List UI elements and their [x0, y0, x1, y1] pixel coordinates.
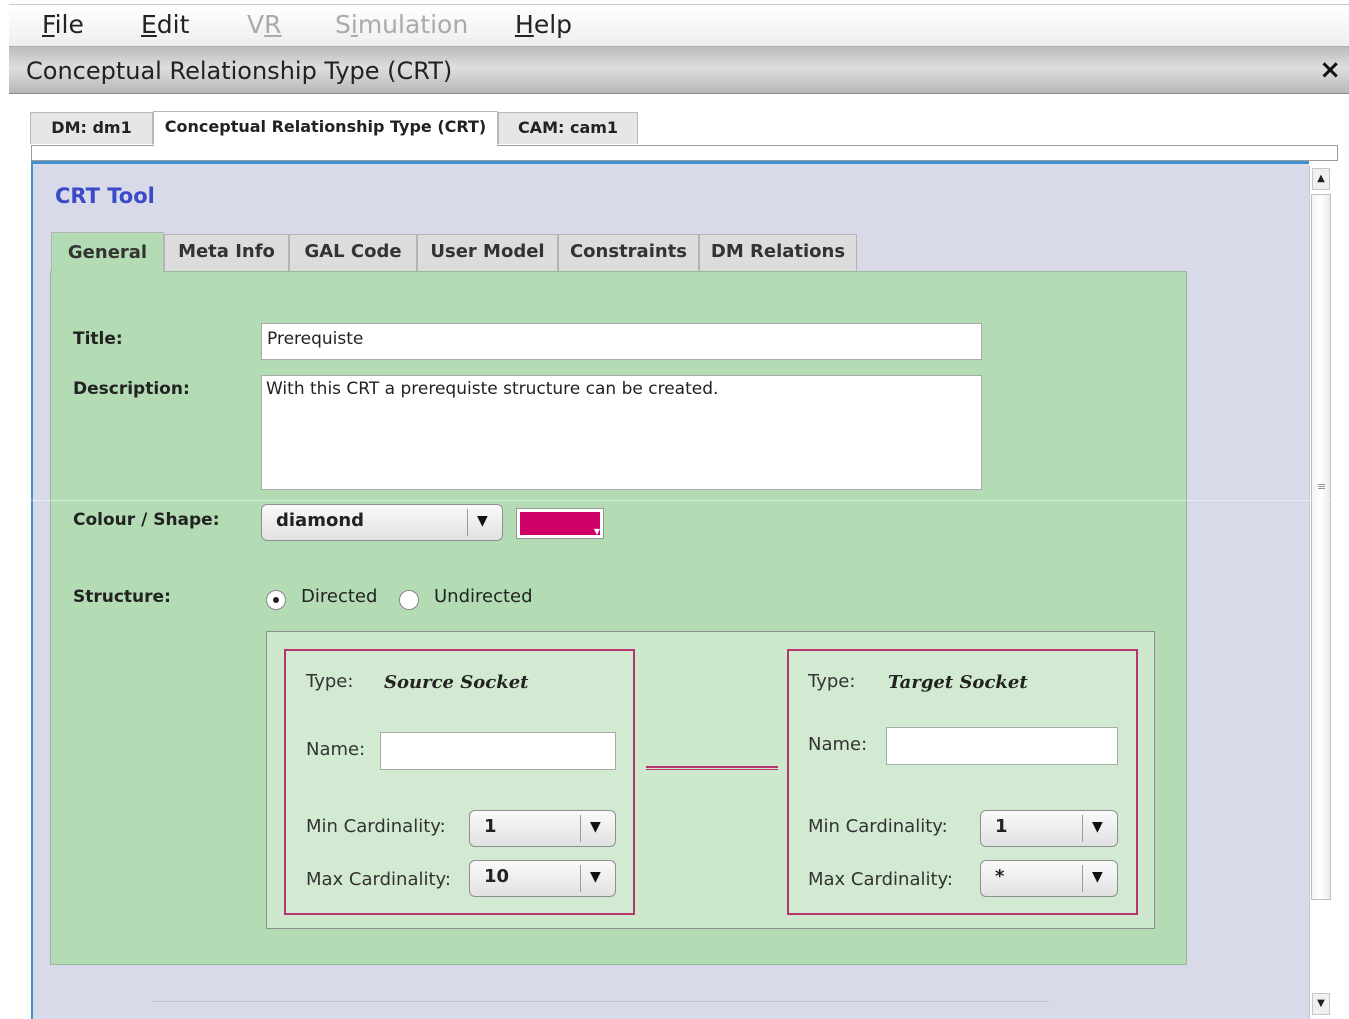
source-type-value: Source Socket — [384, 672, 529, 693]
menu-vr[interactable]: VR — [247, 10, 281, 39]
colour-swatch — [520, 512, 600, 535]
scroll-down-icon[interactable]: ▼ — [1312, 993, 1330, 1015]
window-title-bar: Conceptual Relationship Type (CRT) × — [9, 47, 1349, 94]
tab-dm[interactable]: DM: dm1 — [30, 112, 153, 144]
tab-content-header — [31, 145, 1338, 161]
source-max-label: Max Cardinality: — [306, 869, 451, 890]
menu-bar: File Edit VR Simulation Help — [9, 4, 1349, 47]
source-min-label: Min Cardinality: — [306, 816, 446, 837]
tab-user-model[interactable]: User Model — [417, 234, 558, 271]
menu-simulation[interactable]: Simulation — [335, 10, 468, 39]
grip-icon: ≡ — [1317, 480, 1327, 493]
source-min-select[interactable]: 1 ▼ — [469, 810, 616, 847]
tab-meta-info[interactable]: Meta Info — [164, 234, 289, 271]
target-name-label: Name: — [808, 734, 868, 755]
source-name-input[interactable] — [380, 732, 616, 770]
colour-shape-label: Colour / Shape: — [73, 510, 220, 530]
colour-picker-button[interactable]: ▼ — [516, 508, 604, 539]
menu-file[interactable]: File — [42, 10, 84, 39]
structure-label: Structure: — [73, 587, 171, 607]
bottom-divider — [153, 1001, 1049, 1002]
tab-dm-relations[interactable]: DM Relations — [699, 234, 857, 271]
render-seam — [0, 500, 1349, 501]
target-min-label: Min Cardinality: — [808, 816, 948, 837]
chevron-down-icon: ▼ — [1092, 869, 1103, 885]
chevron-down-icon: ▼ — [477, 513, 488, 529]
tab-cam[interactable]: CAM: cam1 — [498, 112, 638, 144]
scroll-thumb[interactable]: ≡ — [1311, 194, 1331, 900]
radio-undirected-label: Undirected — [434, 586, 533, 607]
tab-constraints[interactable]: Constraints — [558, 234, 699, 271]
target-min-select[interactable]: 1 ▼ — [980, 810, 1118, 847]
chevron-down-icon: ▼ — [590, 869, 601, 885]
radio-directed-label: Directed — [301, 586, 378, 607]
title-input[interactable]: Prerequiste — [261, 323, 982, 360]
source-type-label: Type: — [306, 671, 354, 692]
source-max-select[interactable]: 10 ▼ — [469, 860, 616, 897]
shape-select-value: diamond — [276, 510, 365, 531]
tab-gal-code[interactable]: GAL Code — [289, 234, 417, 271]
description-textarea[interactable]: With this CRT a prerequiste structure ca… — [261, 375, 982, 490]
close-icon[interactable]: × — [1319, 55, 1341, 85]
chevron-down-icon: ▼ — [590, 819, 601, 835]
tab-crt[interactable]: Conceptual Relationship Type (CRT) — [153, 111, 498, 146]
description-label: Description: — [73, 379, 190, 399]
title-label: Title: — [73, 329, 123, 349]
target-max-select[interactable]: * ▼ — [980, 860, 1118, 897]
target-max-label: Max Cardinality: — [808, 869, 953, 890]
crt-tool-title: CRT Tool — [55, 184, 155, 208]
radio-directed[interactable] — [266, 590, 286, 610]
target-type-value: Target Socket — [888, 672, 1028, 693]
target-type-label: Type: — [808, 671, 856, 692]
socket-connector-line — [646, 766, 778, 770]
tab-general[interactable]: General — [51, 232, 164, 273]
chevron-down-icon: ▼ — [593, 527, 600, 536]
chevron-down-icon: ▼ — [1092, 819, 1103, 835]
menu-help[interactable]: Help — [515, 10, 572, 39]
vertical-scrollbar[interactable]: ▲ ≡ ▼ — [1309, 166, 1332, 1019]
window-title: Conceptual Relationship Type (CRT) — [26, 57, 453, 85]
radio-undirected[interactable] — [399, 590, 419, 610]
source-name-label: Name: — [306, 739, 366, 760]
target-name-input[interactable] — [886, 727, 1118, 765]
menu-edit[interactable]: Edit — [141, 10, 189, 39]
scroll-up-icon[interactable]: ▲ — [1312, 168, 1330, 190]
shape-select[interactable]: diamond ▼ — [261, 504, 503, 541]
